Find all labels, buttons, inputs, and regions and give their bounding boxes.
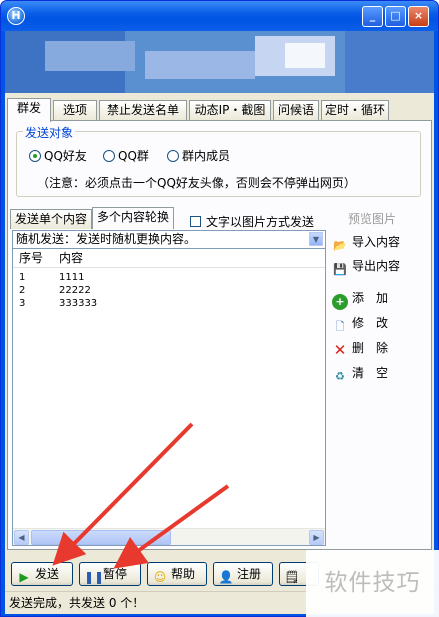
close-button[interactable]: × xyxy=(408,6,429,27)
radio-dot-icon xyxy=(29,150,41,162)
watermark: 软件技巧 xyxy=(306,550,439,617)
play-icon: ▶ xyxy=(19,570,29,584)
help-button[interactable]: ☺ 帮助 xyxy=(147,562,207,586)
user-icon: 👤 xyxy=(218,570,234,584)
tab-options[interactable]: 选项 xyxy=(53,100,97,120)
radio-dot-icon xyxy=(103,150,115,162)
client-area: 群发 选项 禁止发送名单 动态IP・截图 问候语 定时・循环 发送对象 QQ好友… xyxy=(5,93,434,614)
target-note: （注意：必须点击一个QQ好友头像，否则会不停弹出网页） xyxy=(37,176,356,190)
tab-mass-send[interactable]: 群发 xyxy=(7,98,51,122)
chevron-down-icon[interactable]: ▼ xyxy=(309,232,323,246)
document-icon: 🗋 xyxy=(335,320,345,333)
scroll-thumb[interactable] xyxy=(31,530,171,545)
list-item[interactable]: 1 1111 xyxy=(13,271,325,284)
export-content-button[interactable]: 💾 导出内容 xyxy=(332,257,428,276)
checkbox-icon xyxy=(190,216,201,227)
tab-schedule[interactable]: 定时・循环 xyxy=(321,100,389,120)
edit-label: 修 改 xyxy=(352,316,389,330)
radio-dot-icon xyxy=(167,150,179,162)
checkbox-label: 文字以图片方式发送 xyxy=(206,215,315,229)
recycle-icon: ♻ xyxy=(335,370,345,383)
save-icon: 💾 xyxy=(333,263,347,276)
banner-image xyxy=(5,31,434,93)
header-content[interactable]: 内容 xyxy=(59,250,83,267)
horizontal-scrollbar[interactable]: ◀ ▶ xyxy=(13,528,325,545)
row-content: 22222 xyxy=(59,285,91,296)
radio-label: 群内成员 xyxy=(182,149,231,163)
row-index: 2 xyxy=(19,285,26,296)
maximize-button[interactable]: □ xyxy=(385,6,406,27)
clear-button[interactable]: ♻ 清 空 xyxy=(332,364,428,383)
pause-icon: ❚❚ xyxy=(84,570,105,584)
row-content: 1111 xyxy=(59,272,85,283)
plus-icon: + xyxy=(332,294,348,310)
register-label: 注册 xyxy=(237,567,262,581)
send-button[interactable]: ▶ 发送 xyxy=(11,562,73,586)
content-section: 发送单个内容 多个内容轮换 文字以图片方式发送 随机发送：发送时随机更换内容。 … xyxy=(8,205,432,550)
app-icon: H xyxy=(7,7,25,25)
register-button[interactable]: 👤 注册 xyxy=(213,562,273,586)
title-bar[interactable]: H _ □ × xyxy=(1,1,438,31)
row-index: 1 xyxy=(19,272,26,283)
radio-qq-groups[interactable]: QQ群 xyxy=(103,149,149,163)
minimize-button[interactable]: _ xyxy=(362,6,383,27)
scroll-right-icon[interactable]: ▶ xyxy=(309,530,324,545)
radio-qq-friends[interactable]: QQ好友 xyxy=(29,149,87,163)
mass-send-panel: 发送对象 QQ好友 QQ群 群内成员 （注意：必须点击一个QQ好友头像，否则会不… xyxy=(7,120,432,550)
list-item[interactable]: 3 333333 xyxy=(13,297,325,310)
radio-label: QQ群 xyxy=(118,149,149,163)
send-mode-value: 随机发送：发送时随机更换内容。 xyxy=(16,232,197,246)
help-label: 帮助 xyxy=(171,567,196,581)
content-list: 随机发送：发送时随机更换内容。 ▼ 序号 内容 1 1111 2 22222 3 33… xyxy=(12,230,326,546)
delete-label: 删 除 xyxy=(352,341,389,355)
tab-dynamic-ip[interactable]: 动态IP・截图 xyxy=(189,100,271,120)
target-group: 发送对象 QQ好友 QQ群 群内成员 （注意：必须点击一个QQ好友头像，否则会不… xyxy=(16,124,421,197)
delete-x-icon: ✕ xyxy=(333,341,347,359)
tab-single-content[interactable]: 发送单个内容 xyxy=(10,209,93,229)
send-label: 发送 xyxy=(35,567,60,581)
delete-button[interactable]: ✕ 删 除 xyxy=(332,339,428,359)
list-header: 序号 内容 xyxy=(13,250,325,268)
import-label: 导入内容 xyxy=(352,235,401,249)
tab-greetings[interactable]: 问候语 xyxy=(273,100,319,120)
export-label: 导出内容 xyxy=(352,259,401,273)
clear-label: 清 空 xyxy=(352,366,389,380)
add-button[interactable]: + 添 加 xyxy=(332,289,428,310)
import-content-button[interactable]: 📂 导入内容 xyxy=(332,233,428,252)
row-content: 333333 xyxy=(59,298,98,309)
pause-label: 暂停 xyxy=(103,567,128,581)
header-index[interactable]: 序号 xyxy=(19,250,43,267)
row-index: 3 xyxy=(19,298,26,309)
list-item[interactable]: 2 22222 xyxy=(13,284,325,297)
scroll-left-icon[interactable]: ◀ xyxy=(14,530,29,545)
notepad-icon: 🗒 xyxy=(284,570,300,584)
preview-image-button: 预览图片 xyxy=(348,212,397,226)
pause-button[interactable]: ❚❚暂停 xyxy=(79,562,141,586)
radio-group-members[interactable]: 群内成员 xyxy=(167,149,230,163)
edit-button[interactable]: 🗋 修 改 xyxy=(332,314,428,333)
send-mode-select[interactable]: 随机发送：发送时随机更换内容。 ▼ xyxy=(13,231,325,249)
target-group-title: 发送对象 xyxy=(23,124,76,141)
tab-block-list[interactable]: 禁止发送名单 xyxy=(99,100,187,120)
smiley-icon: ☺ xyxy=(153,570,167,584)
app-window: H _ □ × 群发 选项 禁止发送名单 动态IP・截图 问候语 定时・循环 发… xyxy=(0,0,439,617)
radio-label: QQ好友 xyxy=(44,149,87,163)
add-label: 添 加 xyxy=(352,291,389,305)
tab-multi-content[interactable]: 多个内容轮换 xyxy=(92,207,175,229)
folder-icon: 📂 xyxy=(333,239,347,252)
image-mode-checkbox[interactable]: 文字以图片方式发送 xyxy=(190,213,314,230)
